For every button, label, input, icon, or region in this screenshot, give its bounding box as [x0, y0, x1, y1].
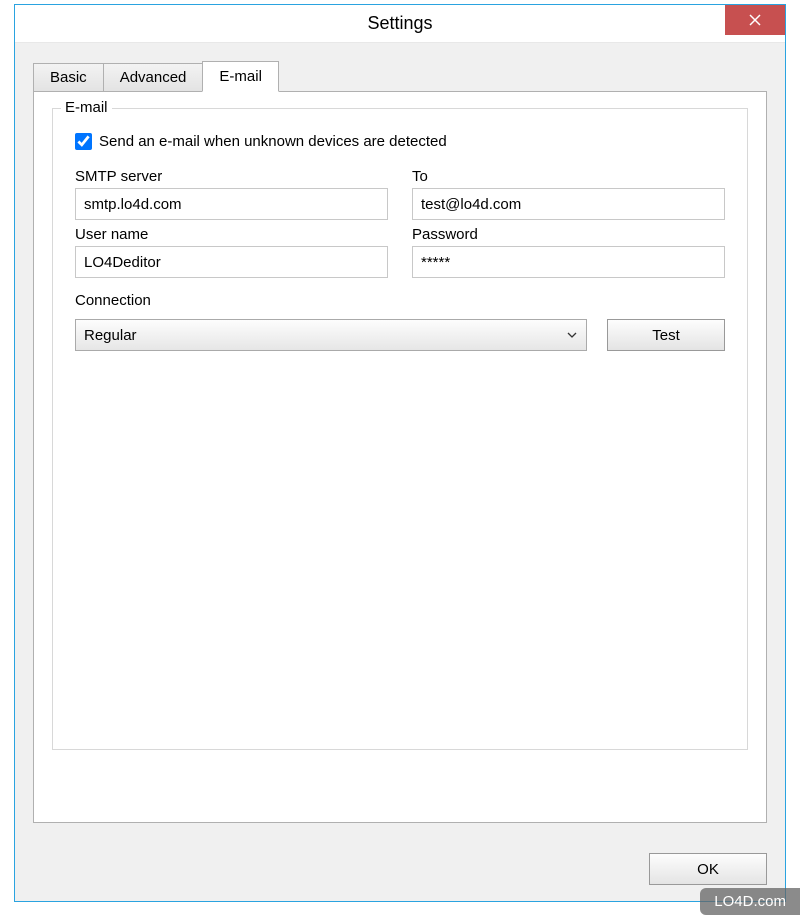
to-field: To	[412, 168, 725, 220]
tab-email[interactable]: E-mail	[202, 61, 279, 92]
password-label: Password	[412, 226, 725, 243]
tab-basic[interactable]: Basic	[33, 63, 104, 92]
smtp-input[interactable]	[75, 188, 388, 220]
settings-window: Settings Basic Advanced E-mail E-mail Se…	[14, 4, 786, 902]
test-button[interactable]: Test	[607, 319, 725, 351]
connection-section: Connection Regular	[75, 292, 725, 351]
footer: OK	[15, 841, 785, 901]
ok-button[interactable]: OK	[649, 853, 767, 885]
connection-row: Regular Test	[75, 319, 725, 351]
send-email-check-row: Send an e-mail when unknown devices are …	[75, 133, 725, 150]
username-label: User name	[75, 226, 388, 243]
tab-strip: Basic Advanced E-mail	[33, 61, 767, 92]
send-email-checkbox[interactable]	[75, 133, 92, 150]
password-field: Password	[412, 226, 725, 278]
window-title: Settings	[367, 13, 432, 34]
close-button[interactable]	[725, 5, 785, 35]
groupbox-legend: E-mail	[61, 99, 112, 116]
smtp-label: SMTP server	[75, 168, 388, 185]
to-label: To	[412, 168, 725, 185]
connection-select-wrap: Regular	[75, 319, 587, 351]
smtp-field: SMTP server	[75, 168, 388, 220]
close-icon	[749, 14, 761, 26]
to-input[interactable]	[412, 188, 725, 220]
username-field: User name	[75, 226, 388, 278]
connection-label: Connection	[75, 292, 725, 309]
tab-panel: E-mail Send an e-mail when unknown devic…	[33, 91, 767, 823]
watermark: LO4D.com	[700, 888, 800, 915]
connection-select-col: Regular	[75, 319, 587, 351]
username-input[interactable]	[75, 246, 388, 278]
content-area: Basic Advanced E-mail E-mail Send an e-m…	[15, 43, 785, 841]
connection-select[interactable]: Regular	[75, 319, 587, 351]
tab-advanced[interactable]: Advanced	[103, 63, 204, 92]
titlebar: Settings	[15, 5, 785, 43]
send-email-label[interactable]: Send an e-mail when unknown devices are …	[99, 133, 447, 150]
email-groupbox: E-mail Send an e-mail when unknown devic…	[52, 108, 748, 750]
password-input[interactable]	[412, 246, 725, 278]
fields-grid: SMTP server To User name Password	[75, 168, 725, 278]
